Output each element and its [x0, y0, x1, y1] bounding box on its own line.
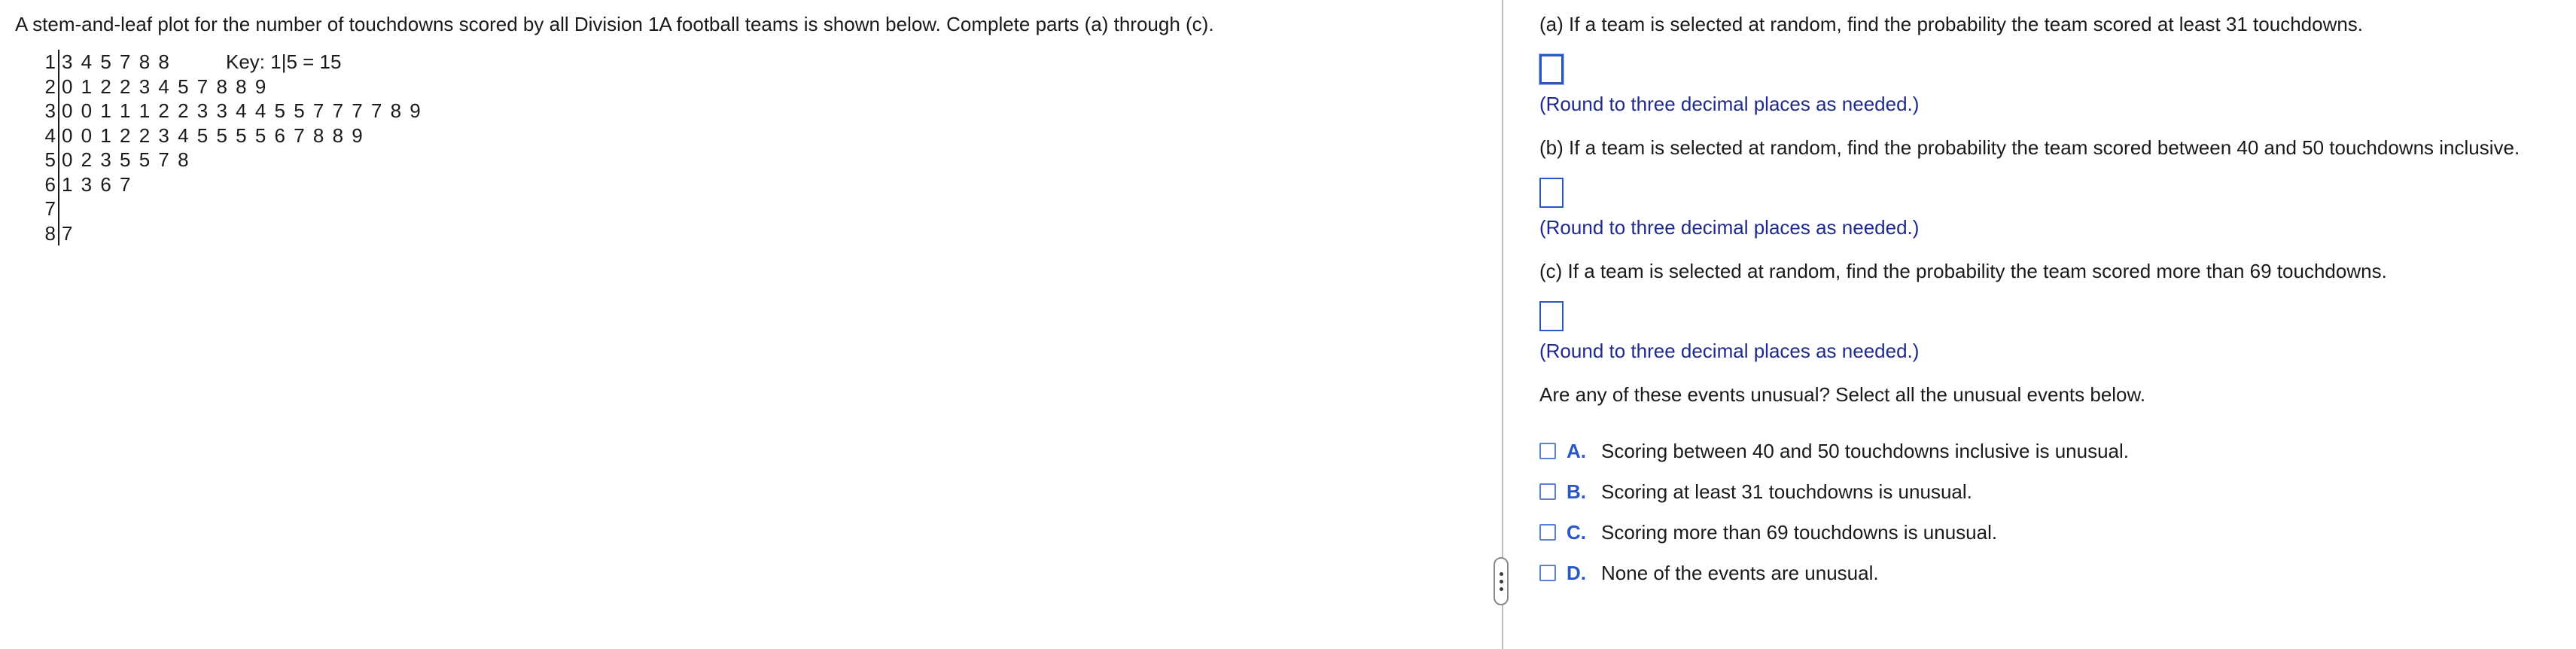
stem: 4: [39, 123, 59, 148]
choice-letter: C.: [1567, 520, 1586, 544]
part-a-answer-input[interactable]: [1539, 54, 1564, 84]
unusual-events-prompt: Are any of these events unusual? Select …: [1539, 383, 2146, 406]
stem-leaf-row: 6 1 3 6 7: [39, 172, 1490, 197]
problem-pane: A stem-and-leaf plot for the number of t…: [15, 11, 1490, 245]
checkbox-c[interactable]: [1539, 524, 1556, 541]
stem-leaf-row: 8 7: [39, 221, 1490, 245]
part-b-question: (b) If a team is selected at random, fin…: [1539, 136, 2520, 159]
handle-dot: [1499, 579, 1503, 583]
stem-leaf-row: 2 0 1 2 2 3 4 5 7 8 8 9: [39, 74, 1490, 99]
part-a-question: (a) If a team is selected at random, fin…: [1539, 13, 2364, 35]
choice-text: Scoring more than 69 touchdowns is unusu…: [1601, 520, 1998, 544]
checkbox-d[interactable]: [1539, 565, 1556, 581]
choice-c[interactable]: C. Scoring more than 69 touchdowns is un…: [1539, 512, 2563, 553]
stem: 3: [39, 99, 59, 123]
leaves: [59, 197, 62, 221]
stem-and-leaf-plot: Key: 1|5 = 15 1 3 4 5 7 8 8 2 0 1 2 2 3 …: [39, 50, 1490, 245]
pane-divider: [1502, 0, 1503, 649]
choice-d[interactable]: D. None of the events are unusual.: [1539, 553, 2563, 593]
stem-leaf-row: 7: [39, 197, 1490, 221]
choice-a[interactable]: A. Scoring between 40 and 50 touchdowns …: [1539, 431, 2563, 471]
choice-letter: A.: [1567, 439, 1586, 462]
choice-text: Scoring between 40 and 50 touchdowns inc…: [1601, 439, 2130, 462]
choice-letter: D.: [1567, 561, 1586, 584]
page: A stem-and-leaf plot for the number of t…: [0, 0, 2576, 649]
handle-dot: [1499, 571, 1503, 576]
leaves: 7: [62, 221, 75, 245]
part-b-answer-input[interactable]: [1539, 178, 1564, 208]
leaves: 1 3 6 7: [62, 172, 132, 196]
part-c-question: (c) If a team is selected at random, fin…: [1539, 260, 2387, 282]
leaves: 0 0 1 1 1 2 2 3 3 4 4 5 5 7 7 7 7 8 9: [62, 99, 422, 122]
stem: 8: [39, 221, 59, 245]
stem: 1: [39, 50, 59, 75]
leaves: 0 1 2 2 3 4 5 7 8 8 9: [62, 75, 268, 98]
leaves: 0 2 3 5 5 7 8: [62, 148, 190, 171]
stem: 5: [39, 148, 59, 172]
choice-b[interactable]: B. Scoring at least 31 touchdowns is unu…: [1539, 471, 2563, 512]
checkbox-a[interactable]: [1539, 443, 1556, 459]
choice-letter: B.: [1567, 480, 1586, 503]
part-c-round-note: (Round to three decimal places as needed…: [1539, 340, 1920, 362]
problem-intro: A stem-and-leaf plot for the number of t…: [15, 13, 1214, 35]
stem: 2: [39, 74, 59, 99]
handle-dot: [1499, 587, 1503, 591]
checkbox-b[interactable]: [1539, 483, 1556, 500]
stem-leaf-key: Key: 1|5 = 15: [226, 50, 342, 73]
stem: 6: [39, 172, 59, 197]
pane-resize-handle[interactable]: [1494, 557, 1509, 605]
stem-leaf-row: 5 0 2 3 5 5 7 8: [39, 148, 1490, 172]
choice-text: None of the events are unusual.: [1601, 561, 1879, 584]
part-a-round-note: (Round to three decimal places as needed…: [1539, 93, 1920, 115]
stem-leaf-row: 4 0 0 1 2 2 3 4 5 5 5 5 6 7 8 8 9: [39, 123, 1490, 148]
stem: 7: [39, 197, 59, 221]
leaves: 3 4 5 7 8 8: [62, 50, 171, 73]
unusual-events-choices: A. Scoring between 40 and 50 touchdowns …: [1539, 431, 2563, 593]
leaves: 0 0 1 2 2 3 4 5 5 5 5 6 7 8 8 9: [62, 123, 364, 147]
part-c-answer-input[interactable]: [1539, 301, 1564, 331]
choice-text: Scoring at least 31 touchdowns is unusua…: [1601, 480, 1972, 503]
stem-leaf-row: 3 0 0 1 1 1 2 2 3 3 4 4 5 5 7 7 7 7 8 9: [39, 99, 1490, 123]
question-pane: (a) If a team is selected at random, fin…: [1539, 11, 2563, 593]
part-b-round-note: (Round to three decimal places as needed…: [1539, 216, 1920, 239]
